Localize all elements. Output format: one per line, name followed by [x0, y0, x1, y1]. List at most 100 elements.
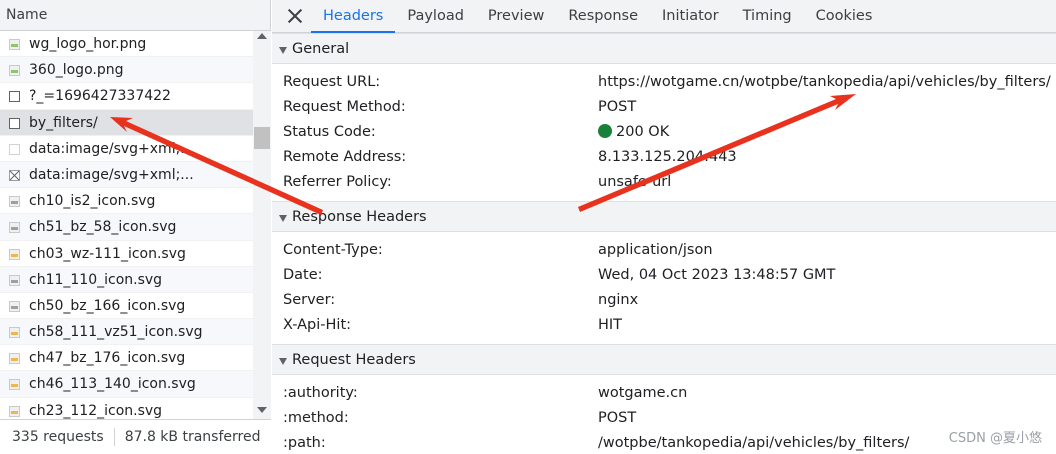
- headers-content: General Request URL: https://wotgame.cn/wo…: [272, 33, 1056, 454]
- image-icon: [9, 222, 20, 234]
- header-row: Referrer Policy: unsafe-url: [272, 170, 1056, 195]
- header-list: Content-Type: application/json Date: Wed, 0…: [272, 232, 1056, 344]
- request-name: ch03_wz-111_icon.svg: [29, 245, 186, 262]
- request-name: ch50_bz_166_icon.svg: [29, 297, 186, 314]
- header-row: Status Code: 200 OK: [272, 120, 1056, 145]
- image-icon: [9, 65, 20, 77]
- close-icon[interactable]: [286, 7, 304, 25]
- request-row[interactable]: ch11_110_icon.svg: [0, 266, 253, 293]
- header-key: :authority:: [283, 385, 358, 401]
- request-details-panel: Headers Payload Preview Response Initiator Ti…: [272, 0, 1056, 454]
- header-key: :method:: [283, 410, 349, 426]
- header-row: Content-Type: application/json: [272, 238, 1056, 263]
- document-icon: [9, 117, 20, 129]
- header-key: Server:: [283, 292, 336, 308]
- request-name: ch47_bz_176_icon.svg: [29, 350, 186, 367]
- request-row[interactable]: ch50_bz_166_icon.svg: [0, 293, 253, 320]
- header-row: X-Api-Hit: HIT: [272, 313, 1056, 338]
- request-row[interactable]: ch46_113_140_icon.svg: [0, 371, 253, 398]
- header-key: Request Method:: [283, 99, 406, 115]
- details-tabs: Headers Payload Preview Response Initiator Ti…: [311, 0, 884, 33]
- image-icon: [9, 379, 20, 391]
- request-name: wg_logo_hor.png: [29, 36, 147, 52]
- header-list: Request URL: https://wotgame.cn/wotpbe/ta…: [272, 64, 1056, 201]
- request-name: data:image/svg+xml;...: [29, 140, 194, 157]
- request-row[interactable]: ch23_112_icon.svg: [0, 398, 253, 419]
- request-name: 360_logo.png: [29, 62, 124, 79]
- header-value: /wotpbe/tankopedia/api/vehicles/by_filte…: [598, 435, 910, 451]
- section-header-general[interactable]: General: [272, 33, 1056, 64]
- tab-response[interactable]: Response: [556, 0, 650, 33]
- request-name: ch58_111_vz51_icon.svg: [29, 324, 203, 341]
- header-value: POST: [598, 410, 637, 426]
- watermark: CSDN @夏小悠: [948, 431, 1042, 446]
- header-value: 8.133.125.204:443: [598, 149, 737, 165]
- request-row[interactable]: ch47_bz_176_icon.svg: [0, 345, 253, 372]
- scroll-down-arrow-icon[interactable]: [257, 407, 267, 413]
- request-name: ch10_is2_icon.svg: [29, 193, 156, 210]
- request-name: data:image/svg+xml;...: [29, 166, 194, 183]
- section-title: Response Headers: [292, 209, 427, 225]
- header-key: X-Api-Hit:: [283, 317, 352, 333]
- header-row: Server: nginx: [272, 288, 1056, 313]
- request-row[interactable]: ch58_111_vz51_icon.svg: [0, 319, 253, 346]
- header-row: :authority: wotgame.cn: [272, 381, 1056, 406]
- image-icon: [9, 248, 20, 260]
- request-row[interactable]: 360_logo.png: [0, 57, 253, 84]
- details-tab-bar: Headers Payload Preview Response Initiator Ti…: [272, 0, 1056, 33]
- request-list-scrollbar[interactable]: [253, 31, 271, 419]
- request-row[interactable]: ch03_wz-111_icon.svg: [0, 241, 253, 267]
- image-icon: [9, 196, 20, 208]
- tab-cookies[interactable]: Cookies: [804, 0, 885, 33]
- request-row[interactable]: ch10_is2_icon.svg: [0, 188, 253, 215]
- header-list: :authority: wotgame.cn:method: POST:path: /…: [272, 375, 1056, 454]
- image-icon: [9, 300, 20, 312]
- expand-triangle-icon[interactable]: [279, 47, 287, 54]
- request-name: ch51_bz_58_icon.svg: [29, 219, 177, 236]
- tab-payload[interactable]: Payload: [395, 0, 476, 33]
- request-count: 335 requests: [12, 429, 104, 445]
- tab-timing[interactable]: Timing: [731, 0, 804, 33]
- header-row: Date: Wed, 04 Oct 2023 13:48:57 GMT: [272, 263, 1056, 288]
- tab-preview[interactable]: Preview: [476, 0, 556, 33]
- header-key: Content-Type:: [283, 242, 383, 258]
- request-name: by_filters/: [29, 114, 98, 131]
- status-code-text: 200 OK: [616, 124, 670, 140]
- header-row: :method: POST: [272, 406, 1056, 431]
- broken-image-icon: [9, 169, 20, 181]
- transferred-size: 87.8 kB transferred: [124, 429, 261, 445]
- blank-image-icon: [9, 143, 20, 155]
- tab-initiator[interactable]: Initiator: [650, 0, 731, 33]
- request-name: ch23_112_icon.svg: [29, 402, 163, 419]
- header-key: Date:: [283, 267, 323, 283]
- image-icon: [9, 274, 20, 286]
- request-row[interactable]: data:image/svg+xml;...: [0, 136, 253, 162]
- header-value: Wed, 04 Oct 2023 13:48:57 GMT: [598, 267, 836, 283]
- header-value: POST: [598, 99, 637, 115]
- expand-triangle-icon[interactable]: [279, 215, 287, 222]
- header-key: Remote Address:: [283, 149, 407, 165]
- request-row[interactable]: ch51_bz_58_icon.svg: [0, 214, 253, 241]
- scrollbar-thumb[interactable]: [254, 127, 270, 149]
- header-value: https://wotgame.cn/wotpbe/tankopedia/api…: [598, 74, 1051, 90]
- tab-headers[interactable]: Headers: [311, 0, 396, 33]
- scroll-up-arrow-icon[interactable]: [257, 33, 267, 39]
- section-header-response-headers[interactable]: Response Headers: [272, 201, 1056, 232]
- header-value: HIT: [598, 317, 623, 333]
- request-name: ch11_110_icon.svg: [29, 271, 163, 288]
- document-icon: [9, 91, 20, 103]
- request-name: ?_=1696427337422: [29, 88, 171, 105]
- image-icon: [9, 39, 20, 50]
- request-row[interactable]: wg_logo_hor.png: [0, 31, 253, 58]
- request-row[interactable]: ?_=1696427337422: [0, 83, 253, 110]
- name-column-header[interactable]: Name: [0, 0, 270, 31]
- image-icon: [9, 405, 20, 417]
- request-row[interactable]: by_filters/: [0, 109, 253, 136]
- status-ok-icon: [598, 124, 612, 138]
- expand-triangle-icon[interactable]: [279, 358, 287, 365]
- request-name: ch46_113_140_icon.svg: [29, 376, 196, 393]
- section-title: General: [292, 41, 350, 57]
- header-row: Request Method: POST: [272, 95, 1056, 120]
- section-header-request-headers[interactable]: Request Headers: [272, 344, 1056, 375]
- request-row[interactable]: data:image/svg+xml;...: [0, 161, 253, 189]
